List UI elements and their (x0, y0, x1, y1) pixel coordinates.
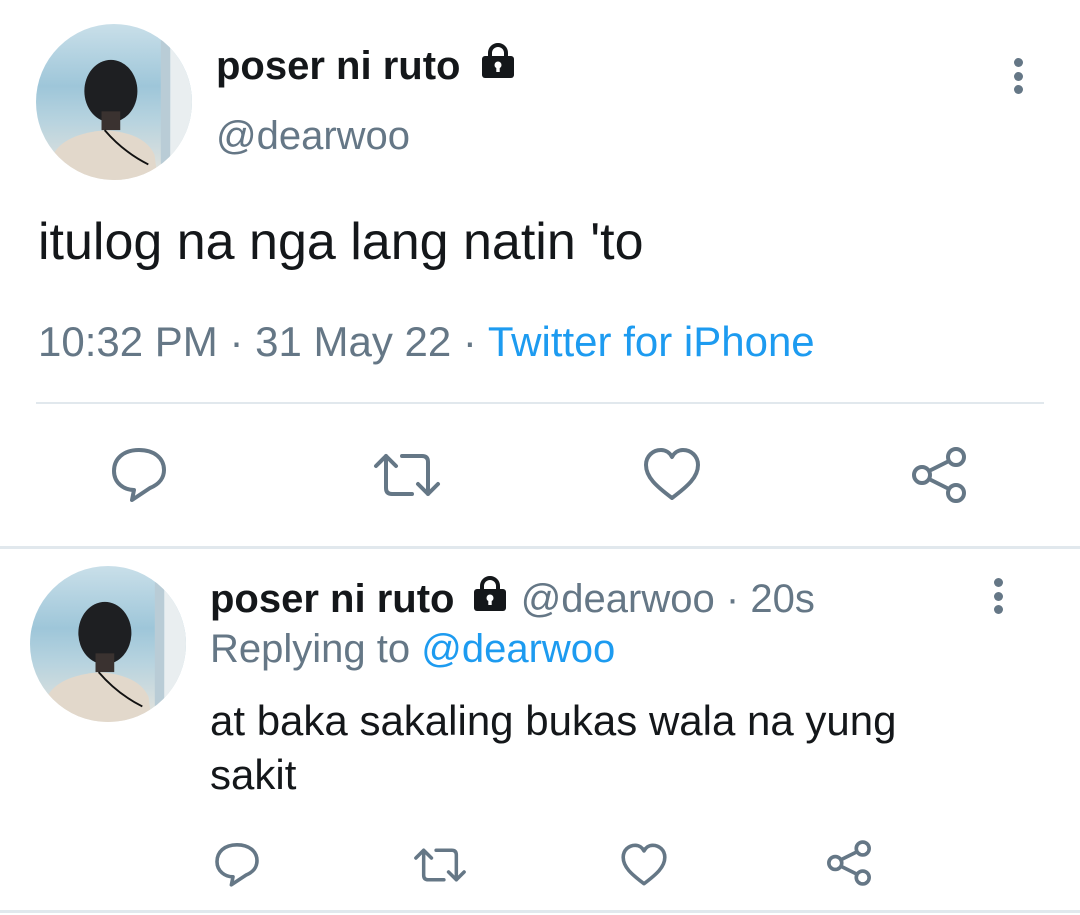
author-handle[interactable]: @dearwoo (216, 110, 410, 162)
lock-icon (481, 43, 514, 78)
tweet-date: 31 May 22 (255, 318, 452, 365)
replying-handle-link[interactable]: @dearwoo (421, 627, 615, 671)
reply-text-line: sakit (210, 751, 297, 798)
reply-text-line: at baka sakaling bukas wala na yung (210, 697, 897, 744)
reply-icon (215, 843, 259, 887)
retweet-icon (414, 848, 466, 882)
reply-author-avatar[interactable] (30, 566, 186, 722)
section-divider (0, 546, 1080, 549)
reply-author-name[interactable]: poser ni ruto (210, 577, 454, 621)
reply-relative-time: 20s (750, 577, 815, 621)
replying-label: Replying to (210, 627, 411, 671)
reply-header: poser ni ruto @dearwoo · 20s (210, 574, 815, 624)
reply-icon (112, 448, 166, 502)
like-button[interactable] (620, 842, 668, 887)
share-button[interactable] (908, 444, 970, 506)
share-icon (912, 447, 966, 503)
share-button[interactable] (824, 838, 874, 888)
more-vertical-icon[interactable] (991, 578, 1005, 614)
meta-separator: · (725, 577, 740, 621)
bottom-divider (0, 910, 1080, 913)
tweet-source-link[interactable]: Twitter for iPhone (488, 318, 815, 365)
author-avatar[interactable] (36, 24, 192, 180)
like-icon (621, 843, 667, 886)
tweet-text: itulog na nga lang natin 'to (38, 213, 644, 271)
reply-text: at baka sakaling bukas wala na yung saki… (210, 694, 896, 802)
tweet-time: 10:32 PM (38, 318, 218, 365)
tweet-meta: 10:32 PM · 31 May 22 · Twitter for iPhon… (38, 316, 815, 368)
retweet-button[interactable] (412, 844, 468, 886)
like-icon (644, 448, 700, 500)
lock-icon (473, 576, 506, 611)
author-name-row[interactable]: poser ni ruto (216, 40, 518, 92)
author-name[interactable]: poser ni ruto (216, 44, 460, 88)
reply-button[interactable] (212, 840, 262, 888)
replying-to: Replying to @dearwoo (210, 624, 615, 674)
reply-author-handle[interactable]: @dearwoo (521, 577, 715, 621)
retweet-icon (374, 454, 440, 496)
share-icon (827, 840, 871, 886)
meta-separator: · (462, 318, 477, 365)
like-button[interactable] (642, 446, 702, 502)
retweet-button[interactable] (372, 448, 442, 502)
reply-button[interactable] (108, 444, 170, 504)
more-vertical-icon[interactable] (1011, 58, 1025, 94)
meta-separator: · (229, 318, 244, 365)
divider (36, 402, 1044, 404)
